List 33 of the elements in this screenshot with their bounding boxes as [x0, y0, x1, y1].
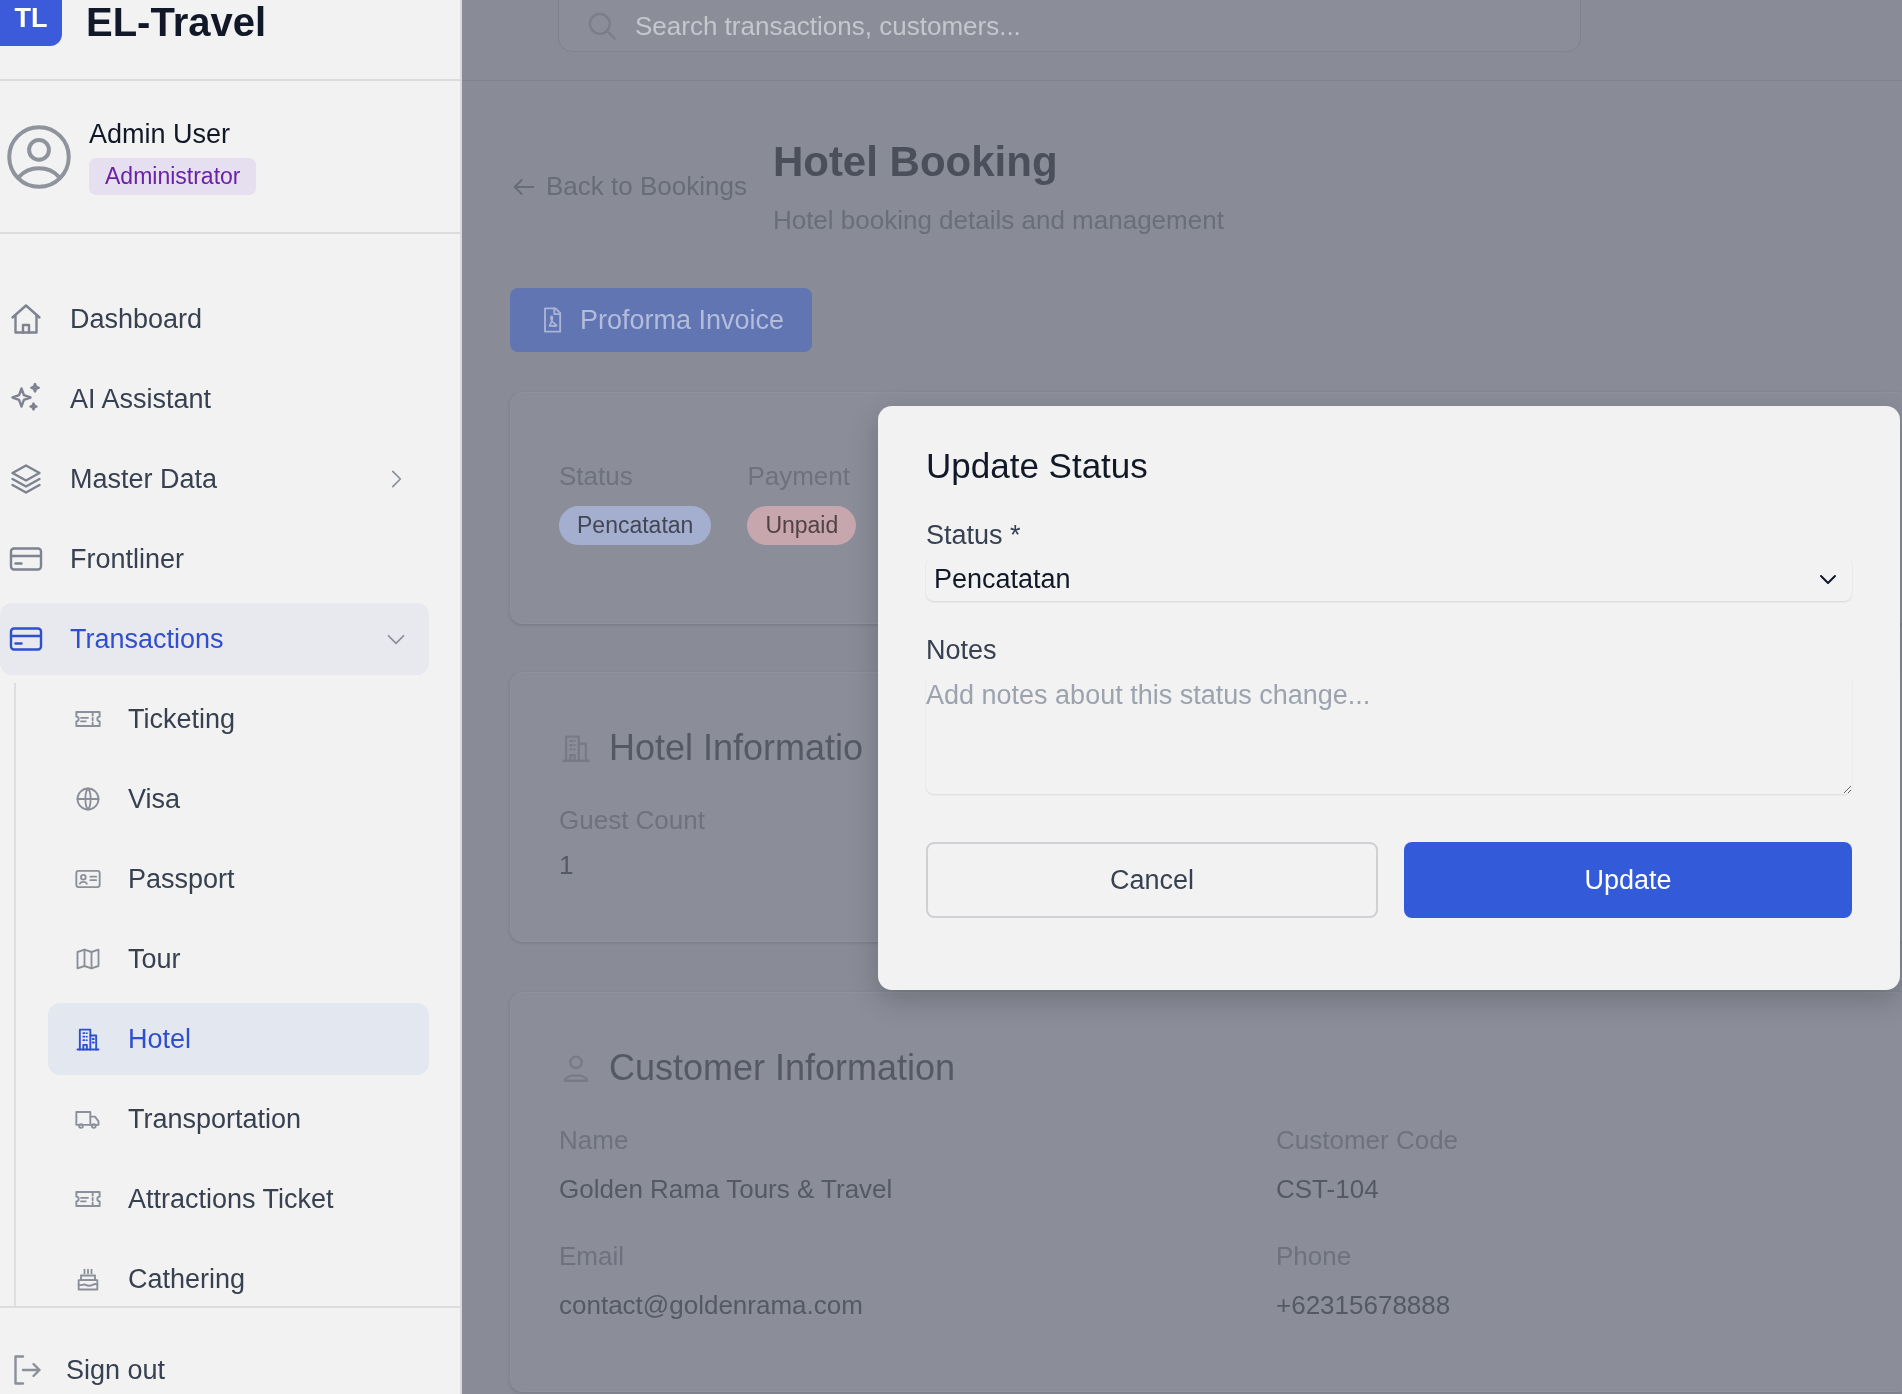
nav-subitem[interactable]: Attractions Ticket: [48, 1163, 429, 1235]
cancel-button[interactable]: Cancel: [926, 842, 1378, 918]
nav-subitem[interactable]: Tour: [48, 923, 429, 995]
status-pill: Pencatatan: [559, 506, 712, 546]
field-label: Notes: [926, 635, 998, 666]
dialog-title: Update Status: [926, 446, 1149, 486]
nav-item[interactable]: AI Assistant: [0, 363, 429, 435]
nav-subitem[interactable]: Visa: [48, 763, 429, 835]
search-placeholder: Search transactions, customers...: [635, 10, 1021, 42]
update-button[interactable]: Update: [1404, 842, 1852, 918]
nav-subitem[interactable]: Transportation: [48, 1083, 429, 1155]
role-badge: Administrator: [89, 157, 257, 195]
house-icon: [8, 301, 44, 337]
nav-item[interactable]: Master Data: [0, 443, 429, 515]
logo-badge: TL: [0, 0, 62, 46]
nav-item[interactable]: Transactions: [0, 603, 429, 675]
globe-icon: [74, 785, 102, 813]
notes-field[interactable]: Add notes about this status change...: [926, 676, 1852, 794]
layers-icon: [8, 461, 44, 497]
nav-item[interactable]: Dashboard: [0, 283, 429, 355]
status-pill: Unpaid: [747, 506, 857, 546]
user-name: Admin User: [89, 118, 231, 150]
page-title: Hotel Booking: [772, 137, 1059, 187]
field-label: Status *: [926, 520, 1022, 551]
nav-subitem[interactable]: Cathering: [48, 1243, 429, 1306]
nav-subitem[interactable]: Hotel: [48, 1003, 429, 1075]
sign-out-link[interactable]: Sign out: [8, 1352, 166, 1388]
nav-subitem[interactable]: Ticketing: [48, 683, 429, 755]
user-avatar-icon: [5, 122, 73, 191]
brand-name: EL-Travel: [86, 2, 267, 42]
nav-item[interactable]: Frontliner: [0, 523, 429, 595]
nav-subitem[interactable]: Passport: [48, 843, 429, 915]
status-select[interactable]: Pencatatan: [926, 557, 1852, 601]
